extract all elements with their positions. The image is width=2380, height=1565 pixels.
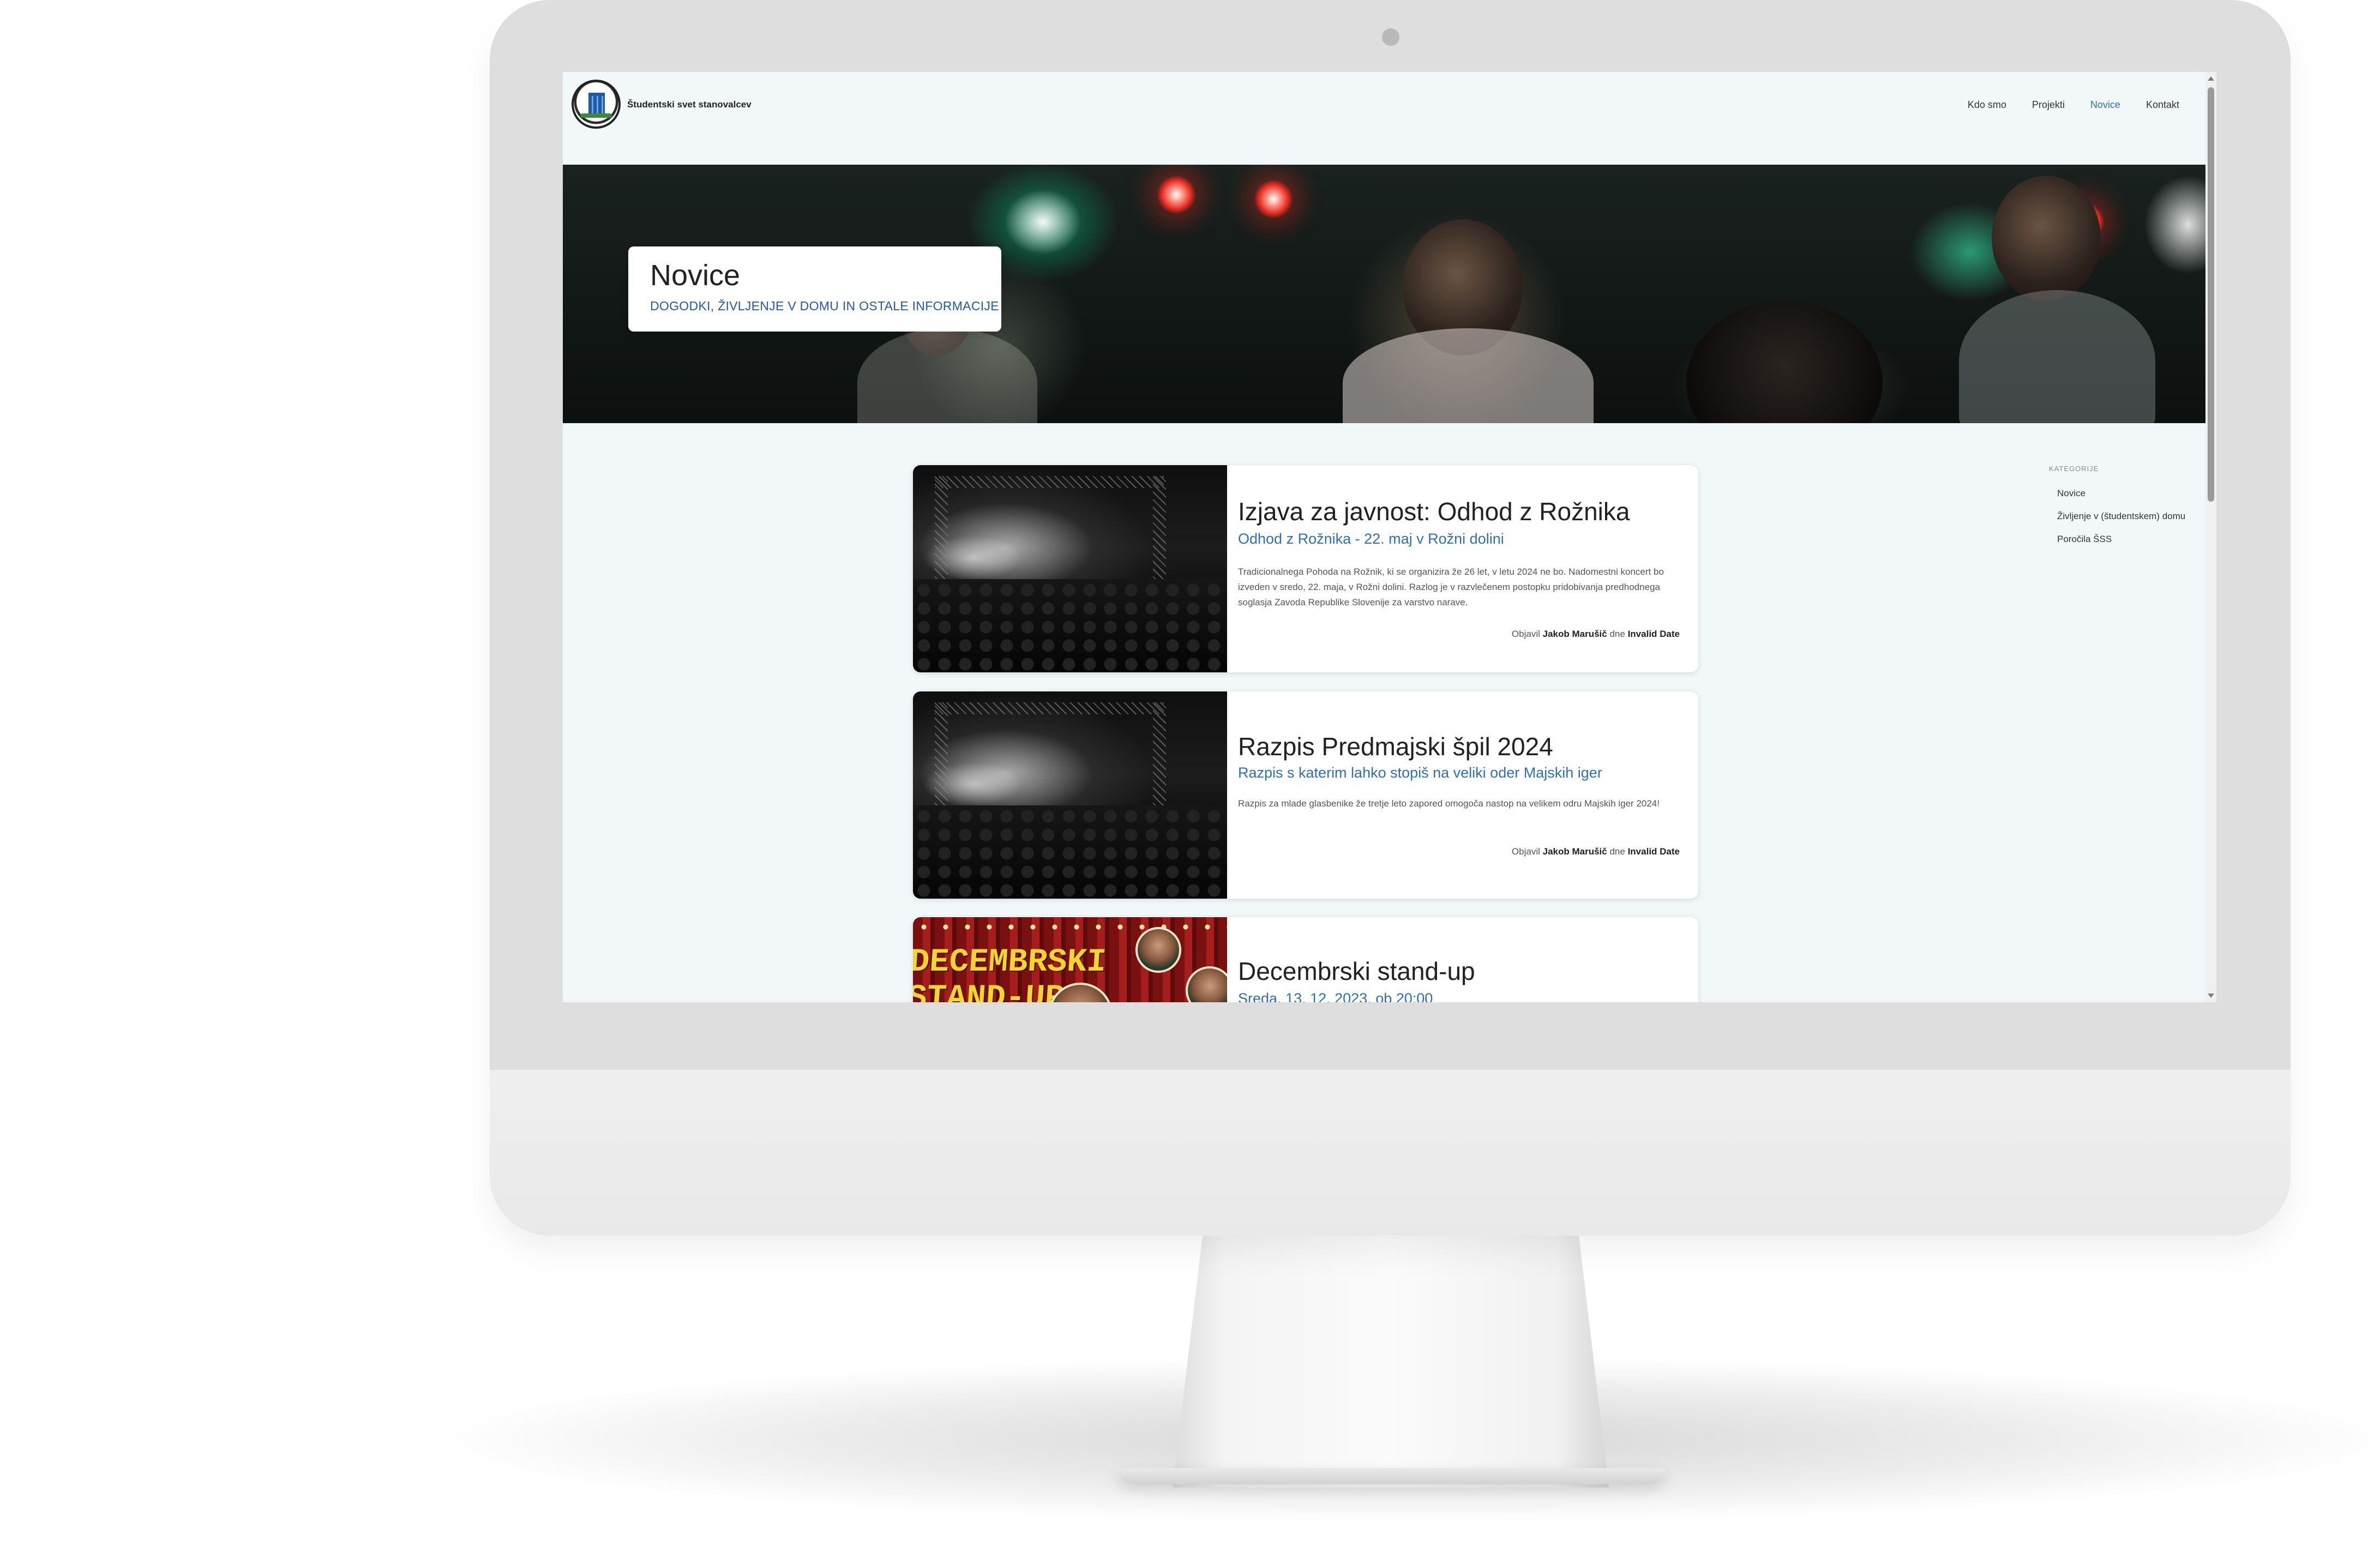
comedian-portrait — [1135, 927, 1181, 973]
vertical-scrollbar[interactable] — [2205, 72, 2216, 1002]
meta-author: Jakob Marušič — [1542, 629, 1607, 639]
image-text-line: DECEMBRSKI — [913, 944, 1108, 981]
meta-prefix: Objavil — [1511, 629, 1540, 639]
meta-prefix: Objavil — [1511, 846, 1540, 857]
category-link-novice[interactable]: Novice — [2057, 488, 2213, 499]
stage-truss — [935, 702, 1164, 714]
stage-light — [1157, 176, 1195, 214]
news-card-excerpt: Tradicionalnega Pohoda na Rožnik, ki se … — [1238, 567, 1664, 607]
building-logo-icon[interactable] — [572, 80, 621, 129]
category-link-zivljenje[interactable]: Življenje v (študentskem) domu — [2057, 511, 2213, 522]
nav-item-kontakt[interactable]: Kontakt — [2146, 99, 2179, 111]
page-title: Novice — [650, 259, 741, 292]
stage-truss — [935, 476, 1164, 488]
logo-ground-shape — [580, 113, 612, 118]
news-card-image[interactable]: DECEMBRSKI STAND-UP — [913, 917, 1227, 1002]
news-card-title[interactable]: Izjava za javnost: Odhod z Rožnika — [1238, 497, 1630, 526]
string-lights — [913, 924, 1227, 930]
news-card-excerpt: Razpis za mlade glasbenike že tretje let… — [1238, 798, 1660, 809]
stage-truss — [1153, 476, 1166, 585]
comedian-portrait — [1186, 966, 1227, 1002]
news-card-subtitle: Odhod z Rožnika - 22. maj v Rožni dolini — [1238, 531, 1504, 547]
news-card[interactable]: DECEMBRSKI STAND-UP Decembrski stand-up … — [913, 917, 1698, 1002]
news-card-meta: Objavil Jakob Marušič dne Invalid Date — [1512, 629, 1680, 640]
top-navbar: Študentski svet stanovalcev Kdo smo Proj… — [563, 72, 2205, 165]
news-card-body: Razpis Predmajski špil 2024 Razpis s kat… — [1238, 691, 1688, 899]
scroll-down-arrow-icon[interactable] — [2208, 994, 2214, 998]
news-card-title[interactable]: Decembrski stand-up — [1238, 956, 1475, 986]
musician-head — [1992, 176, 2101, 301]
monitor-chin — [490, 1070, 2291, 1236]
news-card-subtitle: Razpis s katerim lahko stopiš na veliki … — [1238, 765, 1602, 781]
news-card[interactable]: Razpis Predmajski špil 2024 Razpis s kat… — [913, 691, 1698, 899]
news-card[interactable]: Izjava za javnost: Odhod z Rožnika Odhod… — [913, 465, 1698, 672]
news-card-body: Decembrski stand-up Sreda, 13. 12. 2023,… — [1238, 917, 1688, 1002]
hero-banner: Novice DOGODKI, ŽIVLJENJE V DOMU IN OSTA… — [563, 165, 2205, 423]
page-subtitle: DOGODKI, ŽIVLJENJE V DOMU IN OSTALE INFO… — [650, 299, 999, 313]
musician-body — [857, 328, 1037, 423]
stage-truss — [1153, 702, 1166, 811]
audience-head — [1686, 301, 1883, 423]
meta-middle: dne — [1609, 629, 1625, 639]
browser-viewport: Študentski svet stanovalcev Kdo smo Proj… — [563, 72, 2216, 1002]
meta-date: Invalid Date — [1627, 846, 1680, 857]
news-card-subtitle: Sreda, 13. 12. 2023, ob 20:00 — [1238, 990, 1433, 1002]
nav-item-projekti[interactable]: Projekti — [2032, 99, 2065, 111]
news-card-meta: Objavil Jakob Marušič dne Invalid Date — [1512, 846, 1680, 857]
categories-sidebar: KATEGORIJE Novice Življenje v (študentsk… — [2049, 465, 2213, 545]
news-card-body: Izjava za javnost: Odhod z Rožnika Odhod… — [1238, 465, 1688, 672]
stage-truss — [935, 476, 948, 585]
nav-item-novice[interactable]: Novice — [2090, 99, 2120, 111]
musician-body — [1343, 328, 1594, 423]
scroll-up-arrow-icon[interactable] — [2208, 76, 2214, 81]
news-card-image[interactable] — [913, 465, 1227, 672]
monitor-stand-base — [1117, 1468, 1666, 1484]
nav-item-kdo-smo[interactable]: Kdo smo — [1968, 99, 2006, 111]
crowd-shape — [913, 579, 1227, 672]
category-link-porocila[interactable]: Poročila ŠSS — [2057, 534, 2213, 545]
meta-middle: dne — [1609, 846, 1625, 857]
camera-icon — [1382, 28, 1399, 46]
meta-date: Invalid Date — [1627, 629, 1680, 639]
scrollbar-thumb[interactable] — [2208, 87, 2214, 502]
monitor-stand — [1173, 1231, 1609, 1488]
musician-body — [1959, 290, 2155, 423]
crowd-shape — [913, 805, 1227, 899]
hero-title-card: Novice DOGODKI, ŽIVLJENJE V DOMU IN OSTA… — [628, 246, 1001, 332]
site-name[interactable]: Študentski svet stanovalcev — [627, 99, 752, 110]
meta-author: Jakob Marušič — [1542, 846, 1607, 857]
news-card-title[interactable]: Razpis Predmajski špil 2024 — [1238, 732, 1553, 761]
news-card-image[interactable] — [913, 691, 1227, 899]
stage-light — [1254, 180, 1293, 218]
stage-truss — [935, 702, 948, 811]
categories-heading: KATEGORIJE — [2049, 465, 2099, 473]
main-nav: Kdo smo Projekti Novice Kontakt — [1968, 99, 2179, 111]
